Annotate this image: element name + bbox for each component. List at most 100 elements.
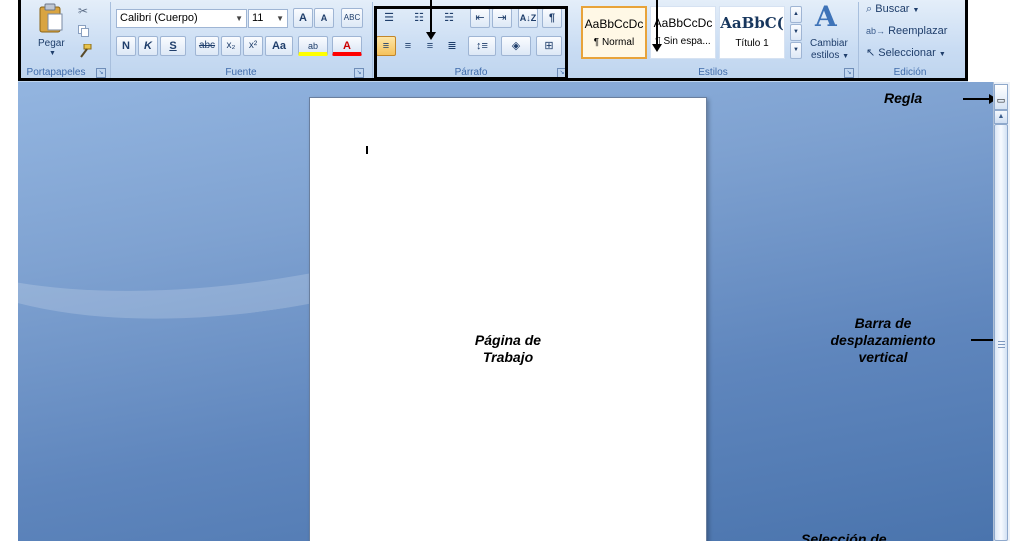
justify-icon: ≣: [447, 40, 457, 52]
styles-dialog-launcher-icon[interactable]: ↘: [844, 68, 854, 78]
clear-format-button[interactable]: ABC: [341, 8, 363, 28]
paste-label[interactable]: Pegar: [38, 38, 65, 49]
styles-group-label: Estilos: [698, 67, 728, 78]
multilevel-list-icon: ☵: [444, 12, 454, 24]
align-center-button[interactable]: ≡: [398, 36, 418, 56]
clipboard-dialog-launcher-icon[interactable]: ↘: [96, 68, 106, 78]
select-button[interactable]: ↖ Seleccionar ▼: [866, 46, 946, 59]
paragraph-dialog-launcher-icon[interactable]: ↘: [557, 68, 567, 78]
font-name-combo[interactable]: Calibri (Cuerpo) ▼: [116, 9, 247, 28]
shading-icon: ◈: [511, 40, 521, 52]
style-normal[interactable]: AaBbCcDc ¶ Normal: [581, 6, 647, 59]
vscroll-annotation-line2: desplazamiento: [830, 332, 936, 348]
separator: [110, 2, 111, 80]
replace-icon: ab→: [866, 26, 886, 36]
find-button[interactable]: ⌕ Buscar ▼: [866, 3, 919, 16]
paragraph-group-label: Párrafo: [454, 67, 488, 78]
decrease-indent-icon: ⇤: [475, 12, 485, 24]
font-size-combo[interactable]: 11 ▼: [248, 9, 288, 28]
styles-scroll-up-button[interactable]: ▲: [790, 6, 802, 23]
style-sample: AaBbCcDc: [584, 17, 644, 31]
borders-icon: ⊞: [544, 40, 554, 52]
justify-button[interactable]: ≣: [442, 36, 462, 56]
chevron-down-icon: ▼: [842, 53, 850, 60]
font-dialog-launcher-icon[interactable]: ↘: [354, 68, 364, 78]
multilevel-list-button[interactable]: ☵: [436, 8, 462, 28]
change-styles-label-2[interactable]: estilos ▼: [811, 50, 849, 61]
change-styles-text: estilos: [811, 50, 840, 61]
font-color-button[interactable]: A: [332, 36, 362, 56]
superscript-button[interactable]: x²: [243, 36, 263, 56]
font-name-value: Calibri (Cuerpo): [120, 12, 198, 24]
document-page[interactable]: Página de Trabajo: [309, 97, 707, 541]
vscroll-annotation-line3: vertical: [858, 349, 908, 365]
replace-button[interactable]: ab→ Reemplazar: [866, 25, 947, 37]
align-right-icon: ≡: [426, 40, 434, 52]
replace-label: Reemplazar: [888, 25, 948, 37]
font-group-label: Fuente: [225, 67, 257, 78]
annotation-arrow: [652, 0, 662, 52]
vscroll-annotation-line1: Barra de: [854, 315, 912, 331]
chevron-down-icon: ▼: [912, 7, 920, 14]
binoculars-icon: ⌕: [866, 3, 873, 15]
editing-group-label: Edición: [893, 67, 927, 78]
page-label-line1: Página de: [474, 332, 542, 348]
ruler-toggle-button[interactable]: ▭: [994, 84, 1008, 110]
format-painter-icon[interactable]: [78, 43, 92, 58]
italic-button[interactable]: K: [138, 36, 158, 56]
align-center-icon: ≡: [404, 40, 412, 52]
style-name: ¶ Normal: [593, 37, 635, 48]
shading-button[interactable]: ◈: [501, 36, 531, 56]
change-styles-icon[interactable]: A: [815, 0, 837, 33]
style-heading-1[interactable]: AaBbC( Título 1: [719, 6, 785, 59]
cut-icon[interactable]: ✂: [78, 4, 88, 18]
chevron-down-icon: ▼: [938, 51, 946, 58]
line-spacing-icon: ↕≡: [476, 40, 488, 52]
chevron-down-icon[interactable]: ▼: [235, 10, 243, 27]
align-left-icon: ≡: [382, 40, 390, 52]
page-label-line2: Trabajo: [482, 349, 534, 365]
shrink-font-button[interactable]: A: [314, 8, 334, 28]
annotation-arrow: [963, 94, 993, 104]
subscript-button[interactable]: x₂: [221, 36, 241, 56]
change-case-button[interactable]: Aa: [265, 36, 293, 56]
select-label: Seleccionar: [878, 47, 936, 59]
style-sample: AaBbC(: [720, 14, 784, 32]
pointer-icon: ↖: [866, 47, 876, 59]
strikethrough-button[interactable]: abc: [195, 36, 219, 56]
highlight-button[interactable]: ab: [298, 36, 328, 56]
text-cursor: [366, 146, 368, 154]
paste-icon[interactable]: [36, 2, 66, 34]
ribbon: Pegar ▼ ✂ Portapapeles ↘ Calibri (Cuerpo…: [18, 0, 968, 83]
bold-button[interactable]: N: [116, 36, 136, 56]
styles-scroll-down-button[interactable]: ▼: [790, 24, 802, 41]
show-marks-button[interactable]: ¶: [542, 8, 562, 28]
bullets-button[interactable]: ☰: [376, 8, 402, 28]
paste-dropdown-icon[interactable]: ▼: [49, 50, 56, 57]
borders-button[interactable]: ⊞: [536, 36, 562, 56]
sort-button[interactable]: A↓Z: [518, 8, 538, 28]
underline-button[interactable]: S: [160, 36, 186, 56]
find-label: Buscar: [875, 3, 910, 15]
page-label: Página de Trabajo: [310, 332, 706, 366]
grow-font-button[interactable]: A: [293, 8, 313, 28]
numbering-button[interactable]: ☷: [406, 8, 432, 28]
font-size-value: 11: [252, 12, 264, 24]
copy-icon[interactable]: [78, 24, 89, 37]
increase-indent-button[interactable]: ⇥: [492, 8, 512, 28]
selection-annotation: Selección de: [801, 531, 887, 541]
scroll-thumb[interactable]: [994, 124, 1008, 541]
increase-indent-icon: ⇥: [497, 12, 507, 24]
document-workspace: Página de Trabajo Regla Barra de desplaz…: [18, 82, 993, 541]
line-spacing-button[interactable]: ↕≡: [468, 36, 496, 56]
scroll-up-button[interactable]: ▲: [994, 110, 1008, 124]
annotation-arrow: [426, 0, 436, 40]
chevron-down-icon[interactable]: ▼: [276, 10, 284, 27]
styles-more-button[interactable]: ▼: [790, 42, 802, 59]
clipboard-group-label: Portapapeles: [26, 67, 86, 78]
align-left-button[interactable]: ≡: [376, 36, 396, 56]
ruler-annotation: Regla: [884, 90, 923, 106]
change-styles-label[interactable]: Cambiar: [810, 38, 848, 49]
chevron-up-icon: ▲: [997, 113, 1005, 120]
decrease-indent-button[interactable]: ⇤: [470, 8, 490, 28]
